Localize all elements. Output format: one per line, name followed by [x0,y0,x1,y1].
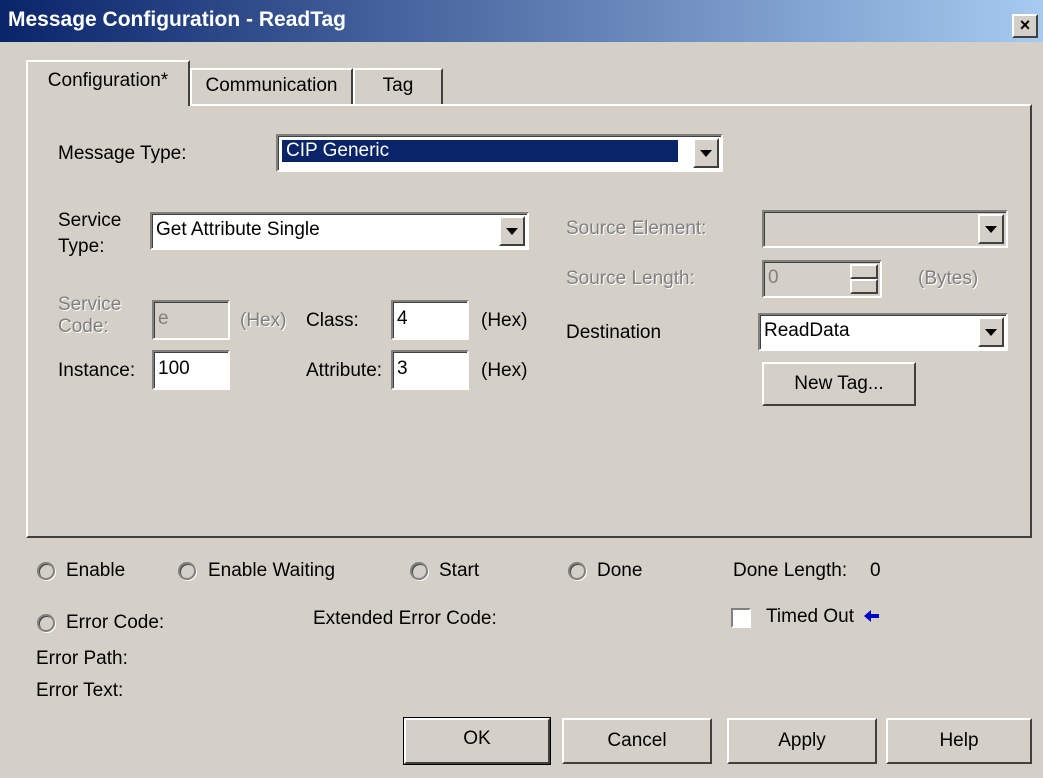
close-button[interactable]: × [1012,14,1038,38]
error-text-label: Error Text: [36,680,124,701]
service-type-label-2: Type: [58,236,105,257]
error-path-label: Error Path: [36,648,128,669]
service-code-hex-label: (Hex) [240,310,287,331]
ok-button[interactable]: OK [403,717,551,765]
timed-out-checkbox[interactable] [731,608,751,628]
service-code-label-1: Service [58,294,122,315]
class-label: Class: [306,310,359,331]
service-code-input: e [152,300,230,340]
source-length-label: Source Length: [566,268,695,289]
done-label: Done [597,560,643,581]
extended-error-code-label: Extended Error Code: [313,608,497,629]
new-tag-button[interactable]: New Tag... [762,362,916,406]
source-element-label: Source Element: [566,218,707,239]
instance-label: Instance: [58,360,136,381]
class-hex-label: (Hex) [481,310,528,331]
done-length-label: Done Length: [733,560,848,581]
service-type-value: Get Attribute Single [156,219,320,240]
arrow-left-icon [864,610,879,622]
stepper-down-icon [850,279,878,294]
tab-communication[interactable]: Communication [190,68,353,106]
attribute-input[interactable]: 3 [391,350,469,390]
timed-out-label: Timed Out [766,606,854,627]
service-code-label-2: Code: [58,316,109,337]
error-code-indicator [37,614,55,632]
start-indicator [410,562,428,580]
destination-select[interactable]: ReadData [758,313,1008,351]
help-button[interactable]: Help [886,718,1032,764]
enable-waiting-label: Enable Waiting [208,560,336,581]
enable-indicator [37,562,55,580]
service-type-select[interactable]: Get Attribute Single [150,212,529,250]
tab-configuration[interactable]: Configuration* [26,60,190,106]
attribute-label: Attribute: [306,360,383,381]
chevron-down-icon[interactable] [978,317,1004,347]
destination-value: ReadData [764,320,850,341]
source-element-select [762,210,1008,248]
message-type-value: CIP Generic [281,139,679,163]
cancel-button[interactable]: Cancel [562,718,712,764]
instance-input[interactable]: 100 [152,350,230,390]
service-type-label-1: Service [58,210,122,231]
attribute-hex-label: (Hex) [481,360,528,381]
enable-waiting-indicator [178,562,196,580]
source-length-value: 0 [768,267,779,288]
message-type-select[interactable]: CIP Generic [276,134,723,172]
destination-label: Destination [566,322,662,343]
done-length-value: 0 [870,560,881,581]
chevron-down-icon[interactable] [693,138,719,168]
tab-tag[interactable]: Tag [353,68,443,106]
close-icon: × [1019,15,1031,35]
apply-button[interactable]: Apply [727,718,877,764]
window-title: Message Configuration - ReadTag [8,8,346,31]
source-length-stepper: 0 [762,260,882,298]
start-label: Start [439,560,480,581]
bytes-label: (Bytes) [918,268,979,289]
enable-label: Enable [66,560,126,581]
done-indicator [568,562,586,580]
class-input[interactable]: 4 [391,300,469,340]
stepper-up-icon [850,264,878,279]
message-type-label: Message Type: [58,143,187,164]
chevron-down-icon[interactable] [499,216,525,246]
chevron-down-icon [978,214,1004,244]
error-code-label: Error Code: [66,612,165,633]
